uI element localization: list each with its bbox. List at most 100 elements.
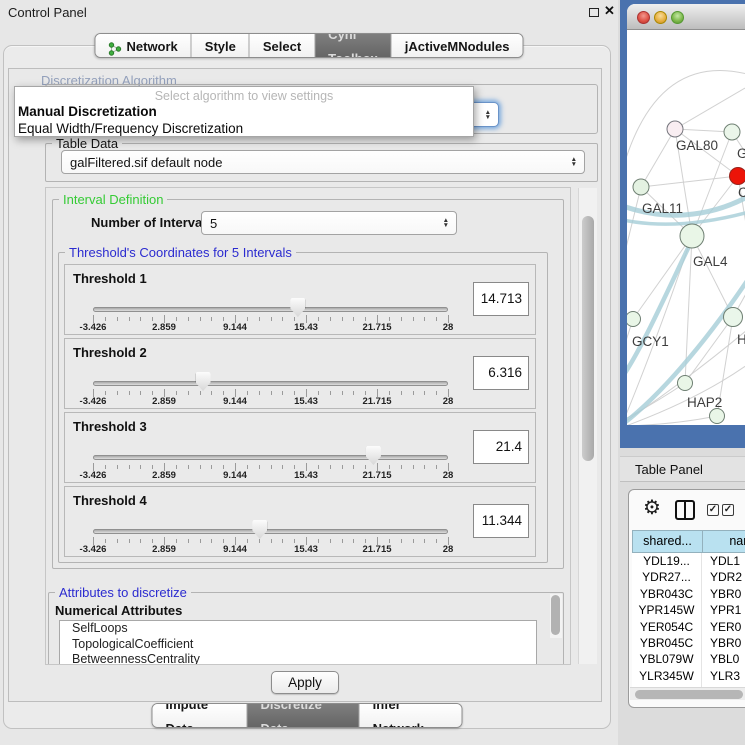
tick-label: 2.859 <box>134 396 194 407</box>
table-row[interactable]: YLR345W YLR3 <box>632 668 745 684</box>
table-cell: YPR1 <box>702 602 745 618</box>
slider-thumb[interactable] <box>366 446 381 465</box>
control-panel-titlebar: Control Panel ✕ <box>0 0 618 26</box>
table-row[interactable]: YDR27... YDR2 <box>632 569 745 585</box>
float-window-icon[interactable] <box>589 8 599 17</box>
slider-track[interactable] <box>93 529 448 534</box>
panel-title: Control Panel <box>8 5 87 20</box>
attribute-item[interactable]: TopologicalCoefficient <box>60 637 536 653</box>
tick-mark <box>389 391 390 395</box>
tick-mark <box>140 317 141 321</box>
tick-mark <box>271 391 272 395</box>
column-header[interactable]: name <box>702 530 745 553</box>
tick-mark <box>200 539 201 543</box>
tab[interactable]: Impute Data <box>153 704 248 728</box>
threshold-row: Threshold 4 -3.4262.8599.14415.4321.7152… <box>64 486 536 557</box>
table-row[interactable]: YBR045C YBR0 <box>632 635 745 651</box>
attribute-item[interactable]: BetweennessCentrality <box>60 652 536 665</box>
tick-mark <box>271 539 272 543</box>
attributes-list-scrollbar[interactable] <box>550 594 562 638</box>
network-node[interactable] <box>633 179 649 195</box>
number-of-intervals-combobox[interactable]: 5 ▲▼ <box>201 211 457 235</box>
column-layout-icon[interactable] <box>675 500 695 520</box>
network-node[interactable] <box>627 312 641 327</box>
tick-mark <box>105 317 106 321</box>
tick-mark <box>129 465 130 469</box>
tick-label: 9.144 <box>205 322 265 333</box>
slider-thumb[interactable] <box>290 298 305 317</box>
popup-item[interactable]: Equal Width/Frequency Discretization <box>18 120 470 137</box>
apply-button[interactable]: Apply <box>271 671 339 694</box>
close-traffic-light-icon[interactable] <box>637 11 650 24</box>
tick-mark <box>259 539 260 543</box>
popup-hint: Select algorithm to view settings <box>15 89 473 103</box>
network-edge <box>675 88 745 129</box>
slider-track[interactable] <box>93 455 448 460</box>
tick-mark <box>200 391 201 395</box>
tick-mark <box>389 465 390 469</box>
minimize-traffic-light-icon[interactable] <box>654 11 667 24</box>
number-of-intervals-value: 5 <box>210 216 217 231</box>
tick-mark <box>436 539 437 543</box>
tick-mark <box>211 465 212 469</box>
tick-mark <box>389 317 390 321</box>
number-of-intervals-label: Number of Intervals <box>91 215 213 230</box>
network-titlebar[interactable] <box>627 4 745 30</box>
table-header-row: shared...name <box>632 530 745 553</box>
table-data-combobox[interactable]: galFiltered.sif default node ▲▼ <box>61 150 585 174</box>
slider-track[interactable] <box>93 307 448 312</box>
network-node[interactable] <box>678 376 693 391</box>
tick-label: 15.43 <box>276 322 336 333</box>
tick-label: 2.859 <box>134 544 194 555</box>
checkbox-icon[interactable]: ✓ <box>722 504 734 516</box>
zoom-traffic-light-icon[interactable] <box>671 11 684 24</box>
close-icon[interactable]: ✕ <box>604 3 615 19</box>
table-row[interactable]: YBL079W YBL0 <box>632 651 745 667</box>
tab[interactable]: jActiveMNodules <box>392 34 523 58</box>
bottom-tab-bar: Impute DataDiscretize DataInfer Network <box>152 703 463 728</box>
network-canvas[interactable]: GAL80GALGAL11CGAL4GCY1HHAP2 <box>627 30 745 425</box>
tick-mark <box>342 539 343 543</box>
table-row[interactable]: YDL19... YDL1 <box>632 553 745 569</box>
tick-mark <box>223 391 224 395</box>
tick-mark <box>353 317 354 321</box>
tab[interactable]: Infer Network <box>360 704 462 728</box>
network-node[interactable] <box>724 308 743 327</box>
network-node[interactable] <box>710 409 725 424</box>
network-node[interactable] <box>724 124 740 140</box>
threshold-value-field[interactable]: 14.713 <box>473 282 529 316</box>
tick-label: 9.144 <box>205 544 265 555</box>
node-label: H <box>737 332 745 347</box>
slider-track[interactable] <box>93 381 448 386</box>
popup-item[interactable]: Manual Discretization <box>18 103 470 120</box>
panel-scrollbar[interactable] <box>578 188 597 664</box>
tab[interactable]: Network <box>95 34 191 58</box>
table-row[interactable]: YPR145W YPR1 <box>632 602 745 618</box>
tick-mark <box>105 465 106 469</box>
tab[interactable]: Style <box>192 34 250 58</box>
tab[interactable]: Discretize Data <box>247 704 359 728</box>
tick-label: 15.43 <box>276 470 336 481</box>
tick-label: 2.859 <box>134 470 194 481</box>
tab[interactable]: Cyni Toolbox <box>315 34 392 58</box>
attribute-item[interactable]: SelfLoops <box>60 621 536 637</box>
tick-mark <box>259 317 260 321</box>
table-horizontal-scrollbar[interactable] <box>630 687 745 700</box>
threshold-value-field[interactable]: 11.344 <box>473 504 529 538</box>
slider-thumb[interactable] <box>252 520 267 539</box>
table-cell: YBR045C <box>632 635 702 651</box>
column-header[interactable]: shared... <box>632 530 703 553</box>
threshold-value-field[interactable]: 6.316 <box>473 356 529 390</box>
network-node[interactable] <box>667 121 683 137</box>
table-row[interactable]: YBR043C YBR0 <box>632 586 745 602</box>
network-node[interactable] <box>680 224 704 248</box>
slider-thumb[interactable] <box>196 372 211 391</box>
threshold-value-field[interactable]: 21.4 <box>473 430 529 464</box>
gear-icon[interactable]: ⚙ <box>643 498 661 518</box>
table-row[interactable]: YER054C YER0 <box>632 619 745 635</box>
checkbox-icon[interactable]: ✓ <box>707 504 719 516</box>
tab[interactable]: Select <box>250 34 315 58</box>
tick-mark <box>247 465 248 469</box>
tick-mark <box>330 465 331 469</box>
network-node[interactable] <box>730 168 745 185</box>
